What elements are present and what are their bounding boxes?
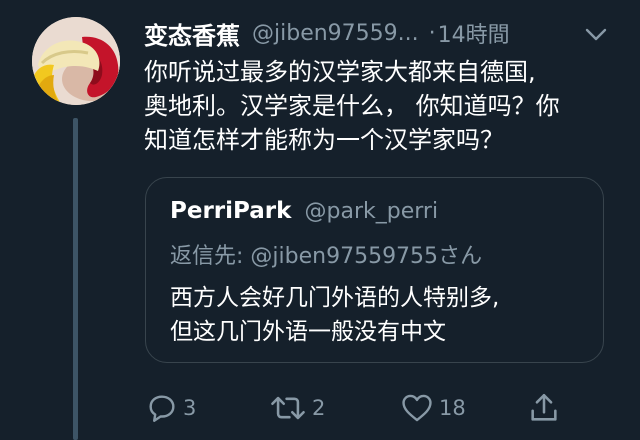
timestamp[interactable]: 14時間 xyxy=(438,17,510,49)
reply-button[interactable]: 3 xyxy=(145,388,196,428)
reply-to-suffix: さん xyxy=(438,244,483,269)
separator-dot: · xyxy=(428,20,436,46)
tweet-text-line: 知道怎样才能称为一个汉学家吗？ xyxy=(144,126,504,154)
heart-icon xyxy=(402,394,432,422)
display-name[interactable]: 变态香蕉 xyxy=(144,16,240,51)
retweet-button[interactable]: 2 xyxy=(268,388,325,428)
chevron-down-icon xyxy=(585,28,607,41)
like-button[interactable]: 18 xyxy=(399,388,466,428)
share-icon xyxy=(531,393,557,421)
tweet[interactable]: 变态香蕉 @jiben97559... · 14時間 你听说过最多的汉学家大都来… xyxy=(0,0,640,440)
user-handle[interactable]: @jiben97559... xyxy=(252,21,419,46)
share-button[interactable] xyxy=(527,388,561,428)
quoted-tweet[interactable]: PerriPark @park_perri 返信先: @jiben9755975… xyxy=(145,177,604,363)
tweet-text: 你听说过最多的汉学家大都来自德国, 奥地利。汉学家是什么， 你知道吗？你 知道怎… xyxy=(144,55,614,157)
tweet-header: 变态香蕉 @jiben97559... · 14時間 xyxy=(144,15,624,51)
tweet-actions: 3 2 18 xyxy=(145,388,615,428)
quoted-display-name: PerriPark xyxy=(170,198,292,224)
quoted-tweet-header: PerriPark @park_perri xyxy=(170,198,438,224)
reply-icon xyxy=(149,395,175,422)
thread-line xyxy=(73,118,78,440)
avatar-image xyxy=(32,17,120,105)
avatar[interactable] xyxy=(32,17,120,105)
tweet-text-line: 奥地利。汉学家是什么， 你知道吗？你 xyxy=(144,92,560,120)
reply-to-prefix: 返信先: xyxy=(170,244,251,269)
quoted-tweet-text: 西方人会好几门外语的人特别多, 但这几门外语一般没有中文 xyxy=(170,281,499,349)
retweet-count: 2 xyxy=(312,396,326,420)
reply-count: 3 xyxy=(183,396,197,420)
quoted-text-line: 但这几门外语一般没有中文 xyxy=(170,319,446,345)
like-count: 18 xyxy=(439,396,466,420)
reply-to-mention[interactable]: @jiben97559755 xyxy=(250,244,438,269)
quoted-user-handle: @park_perri xyxy=(304,199,439,224)
quoted-text-line: 西方人会好几门外语的人特别多, xyxy=(170,285,500,311)
retweet-icon xyxy=(271,396,305,420)
reply-to-line: 返信先: @jiben97559755さん xyxy=(170,238,482,270)
tweet-text-line: 你听说过最多的汉学家大都来自德国, xyxy=(144,58,536,86)
more-options-button[interactable] xyxy=(584,22,608,46)
